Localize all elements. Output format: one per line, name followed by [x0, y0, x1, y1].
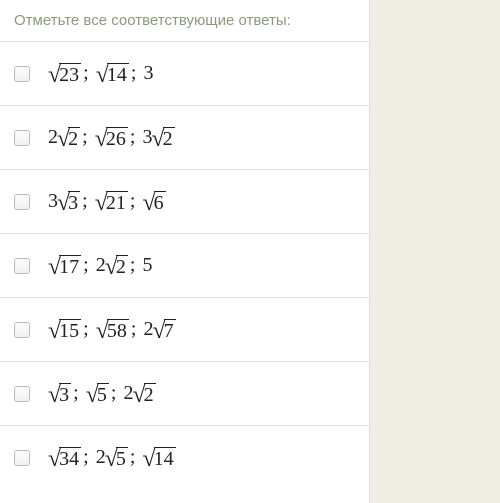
- option-row[interactable]: √23; √14; 3: [0, 41, 369, 105]
- checkbox[interactable]: [14, 450, 30, 466]
- option-row[interactable]: √3; √5; 2√2: [0, 361, 369, 425]
- option-row[interactable]: 2√2; √26; 3√2: [0, 105, 369, 169]
- checkbox[interactable]: [14, 194, 30, 210]
- option-row[interactable]: √34; 2√5; √14: [0, 425, 369, 489]
- checkbox[interactable]: [14, 322, 30, 338]
- option-formula: 2√2; √26; 3√2: [48, 126, 175, 150]
- checkbox[interactable]: [14, 258, 30, 274]
- option-formula: √15; √58; 2√7: [48, 318, 176, 342]
- option-formula: 3√3; √21; √6: [48, 190, 166, 214]
- question-prompt: Отметьте все соответствующие ответы:: [0, 0, 369, 41]
- option-row[interactable]: √15; √58; 2√7: [0, 297, 369, 361]
- option-formula: √3; √5; 2√2: [48, 382, 156, 406]
- option-row[interactable]: √17; 2√2; 5: [0, 233, 369, 297]
- quiz-container: Отметьте все соответствующие ответы: √23…: [0, 0, 370, 503]
- checkbox[interactable]: [14, 66, 30, 82]
- option-formula: √17; 2√2; 5: [48, 254, 152, 278]
- checkbox[interactable]: [14, 386, 30, 402]
- option-formula: √34; 2√5; √14: [48, 446, 176, 470]
- options-list: √23; √14; 3 2√2; √26; 3√2 3√3; √21; √6 √17;…: [0, 41, 369, 489]
- option-formula: √23; √14; 3: [48, 62, 153, 86]
- checkbox[interactable]: [14, 130, 30, 146]
- option-row[interactable]: 3√3; √21; √6: [0, 169, 369, 233]
